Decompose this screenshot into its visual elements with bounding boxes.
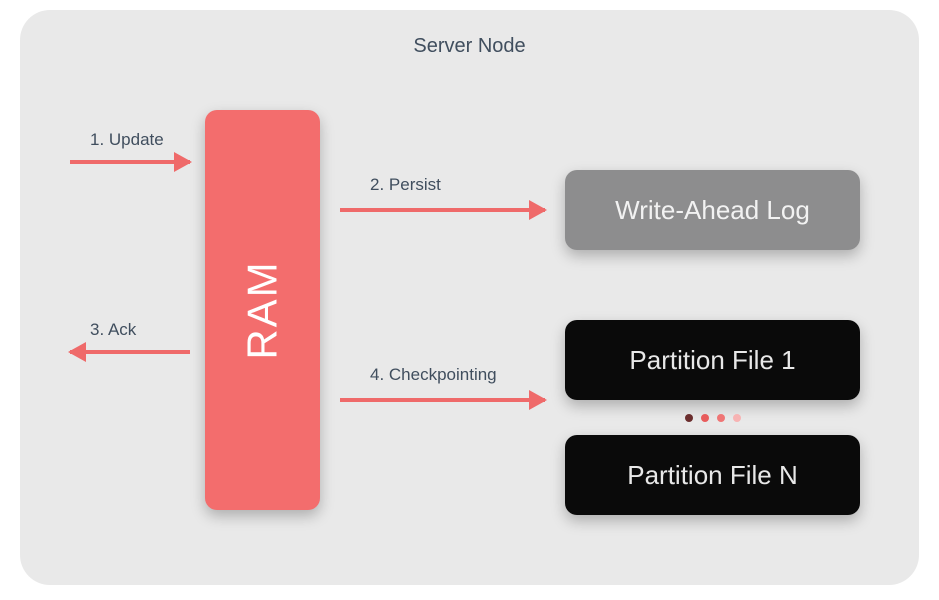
ram-label: RAM xyxy=(239,260,287,359)
step-2-label: 2. Persist xyxy=(370,175,441,195)
step-4-label: 4. Checkpointing xyxy=(370,365,497,385)
arrow-update-icon xyxy=(70,160,190,164)
partition-file-1-box: Partition File 1 xyxy=(565,320,860,400)
ellipsis-dots xyxy=(565,408,860,428)
pfn-label: Partition File N xyxy=(627,460,798,491)
wal-label: Write-Ahead Log xyxy=(615,195,810,226)
dot-icon xyxy=(701,414,709,422)
step-1-label: 1. Update xyxy=(90,130,164,150)
dot-icon xyxy=(685,414,693,422)
server-node-panel: Server Node RAM Write-Ahead Log Partitio… xyxy=(20,10,919,585)
pf1-label: Partition File 1 xyxy=(629,345,795,376)
step-3-label: 3. Ack xyxy=(90,320,136,340)
partition-file-n-box: Partition File N xyxy=(565,435,860,515)
ram-box: RAM xyxy=(205,110,320,510)
dot-icon xyxy=(733,414,741,422)
write-ahead-log-box: Write-Ahead Log xyxy=(565,170,860,250)
arrow-ack-icon xyxy=(70,350,190,354)
dot-icon xyxy=(717,414,725,422)
arrow-persist-icon xyxy=(340,208,545,212)
diagram-title: Server Node xyxy=(20,35,919,58)
arrow-checkpointing-icon xyxy=(340,398,545,402)
